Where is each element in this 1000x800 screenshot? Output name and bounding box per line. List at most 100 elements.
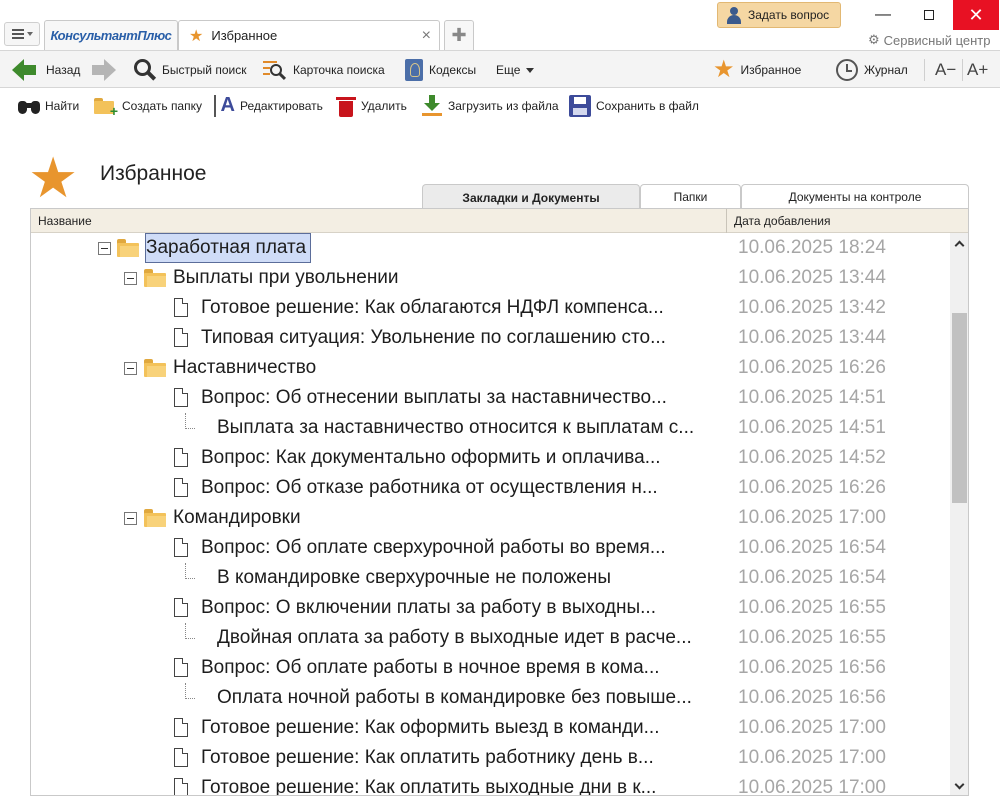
tree-document-row[interactable]: Вопрос: Об отнесении выплаты за наставни… bbox=[31, 383, 951, 413]
row-title[interactable]: Готовое решение: Как оплатить выходные д… bbox=[201, 774, 660, 795]
codes-button[interactable]: Кодексы bbox=[405, 51, 476, 89]
row-title[interactable]: Вопрос: Об оплате работы в ночное время … bbox=[201, 654, 664, 682]
column-header-name[interactable]: Название bbox=[38, 214, 92, 228]
tree-folder-row[interactable]: Наставничество 10.06.2025 16:26 bbox=[31, 353, 951, 383]
row-title[interactable]: Готовое решение: Как оплатить работнику … bbox=[201, 744, 658, 772]
row-title[interactable]: Выплата за наставничество относится к вы… bbox=[217, 414, 698, 442]
row-title[interactable]: Командировки bbox=[173, 504, 305, 532]
decrease-font-button[interactable]: A− bbox=[935, 57, 956, 83]
tree-connector-line bbox=[185, 623, 195, 639]
row-title[interactable]: Типовая ситуация: Увольнение по соглашен… bbox=[201, 324, 670, 352]
tree-document-row[interactable]: Вопрос: Как документально оформить и опл… bbox=[31, 443, 951, 473]
column-header-date[interactable]: Дата добавления bbox=[734, 214, 830, 228]
load-from-file-label: Загрузить из файла bbox=[448, 99, 559, 113]
row-title[interactable]: Вопрос: Об оплате сверхурочной работы во… bbox=[201, 534, 670, 562]
maximize-button[interactable] bbox=[906, 0, 952, 30]
find-label: Найти bbox=[45, 99, 80, 113]
tree-document-row[interactable]: Вопрос: Об оплате работы в ночное время … bbox=[31, 653, 951, 683]
toolbar-divider bbox=[924, 59, 925, 81]
new-tab-button[interactable]: ✚ bbox=[444, 20, 474, 50]
tree-bookmark-row[interactable]: Выплата за наставничество относится к вы… bbox=[31, 413, 951, 443]
tree-document-row[interactable]: Готовое решение: Как оформить выезд в ко… bbox=[31, 713, 951, 743]
service-center-link[interactable]: ⚙ Сервисный центр bbox=[868, 32, 990, 48]
row-title[interactable]: Готовое решение: Как облагаются НДФЛ ком… bbox=[201, 294, 668, 322]
tree-bookmark-row[interactable]: Двойная оплата за работу в выходные идет… bbox=[31, 623, 951, 653]
scroll-thumb[interactable] bbox=[952, 313, 967, 503]
save-to-file-button[interactable]: Сохранить в файл bbox=[569, 90, 699, 122]
favorites-table: Название Дата добавления Заработная плат… bbox=[30, 208, 969, 796]
favorites-button[interactable]: ★ Избранное bbox=[713, 51, 801, 89]
row-title[interactable]: В командировке сверхурочные не положены bbox=[217, 564, 615, 592]
row-title[interactable]: Вопрос: Как документально оформить и опл… bbox=[201, 444, 665, 472]
vertical-scrollbar[interactable] bbox=[950, 233, 968, 795]
row-title[interactable]: Заработная плата bbox=[144, 233, 312, 263]
back-button[interactable]: Назад bbox=[12, 51, 80, 89]
document-icon bbox=[174, 718, 188, 737]
trash-icon bbox=[336, 95, 356, 117]
plus-icon: ✚ bbox=[451, 25, 467, 45]
star-icon: ★ bbox=[713, 56, 735, 83]
create-folder-button[interactable]: + Создать папку bbox=[93, 90, 202, 122]
tree-document-row[interactable]: Готовое решение: Как облагаются НДФЛ ком… bbox=[31, 293, 951, 323]
tab-folders[interactable]: Папки bbox=[640, 184, 741, 209]
tab-controlled-documents[interactable]: Документы на контроле bbox=[741, 184, 969, 209]
column-divider[interactable] bbox=[726, 209, 727, 233]
load-from-file-button[interactable]: Загрузить из файла bbox=[421, 90, 559, 122]
row-title[interactable]: Вопрос: Об отказе работника от осуществл… bbox=[201, 474, 662, 502]
collapse-toggle-icon[interactable] bbox=[124, 362, 137, 375]
quick-search-button[interactable]: Быстрый поиск bbox=[134, 51, 246, 89]
collapse-toggle-icon[interactable] bbox=[98, 242, 111, 255]
journal-button[interactable]: Журнал bbox=[836, 51, 908, 89]
row-title[interactable]: Наставничество bbox=[173, 354, 320, 382]
find-button[interactable]: Найти bbox=[18, 90, 79, 122]
consultant-icon bbox=[726, 6, 742, 24]
minimize-button[interactable]: — bbox=[860, 0, 906, 30]
quick-search-label: Быстрый поиск bbox=[162, 63, 247, 77]
scroll-down-button[interactable] bbox=[950, 778, 968, 794]
create-folder-label: Создать папку bbox=[122, 99, 202, 113]
row-date: 10.06.2025 14:51 bbox=[738, 387, 886, 408]
tree-document-row[interactable]: Готовое решение: Как оплатить выходные д… bbox=[31, 773, 951, 795]
tree-folder-row[interactable]: Заработная плата 10.06.2025 18:24 bbox=[31, 233, 951, 263]
tab-favorites[interactable]: ★ Избранное × bbox=[178, 20, 440, 50]
tree-folder-row[interactable]: Выплаты при увольнении 10.06.2025 13:44 bbox=[31, 263, 951, 293]
tree-bookmark-row[interactable]: В командировке сверхурочные не положены 1… bbox=[31, 563, 951, 593]
folder-open-icon bbox=[144, 359, 166, 377]
row-title[interactable]: Вопрос: Об отнесении выплаты за наставни… bbox=[201, 384, 671, 412]
close-icon: ✕ bbox=[968, 4, 984, 25]
increase-font-button[interactable]: A+ bbox=[967, 57, 988, 83]
tree-folder-row[interactable]: Командировки 10.06.2025 17:00 bbox=[31, 503, 951, 533]
row-title[interactable]: Вопрос: О включении платы за работу в вы… bbox=[201, 594, 660, 622]
tab-bookmarks-documents[interactable]: Закладки и Документы bbox=[422, 184, 640, 210]
row-title[interactable]: Оплата ночной работы в командировке без … bbox=[217, 684, 696, 712]
row-date: 10.06.2025 16:55 bbox=[738, 597, 886, 618]
folder-open-icon bbox=[144, 269, 166, 287]
collapse-toggle-icon[interactable] bbox=[124, 512, 137, 525]
edit-button[interactable]: A Редактировать bbox=[213, 90, 323, 122]
row-date: 10.06.2025 16:56 bbox=[738, 687, 886, 708]
tab-home-logo[interactable]: КонсультантПлюс bbox=[44, 20, 178, 50]
main-menu-button[interactable] bbox=[4, 22, 40, 46]
tree-document-row[interactable]: Вопрос: Об отказе работника от осуществл… bbox=[31, 473, 951, 503]
row-title[interactable]: Выплаты при увольнении bbox=[173, 264, 403, 292]
tree-bookmark-row[interactable]: Оплата ночной работы в командировке без … bbox=[31, 683, 951, 713]
tab-controlled-documents-label: Документы на контроле bbox=[788, 190, 922, 204]
scroll-up-button[interactable] bbox=[950, 235, 968, 251]
ask-question-button[interactable]: Задать вопрос bbox=[717, 2, 841, 28]
close-window-button[interactable]: ✕ bbox=[953, 0, 999, 30]
document-icon bbox=[174, 748, 188, 767]
forward-button[interactable] bbox=[92, 51, 118, 89]
collapse-toggle-icon[interactable] bbox=[124, 272, 137, 285]
tree-document-row[interactable]: Типовая ситуация: Увольнение по соглашен… bbox=[31, 323, 951, 353]
delete-button[interactable]: Удалить bbox=[336, 90, 407, 122]
binoculars-icon bbox=[18, 97, 40, 115]
tree-document-row[interactable]: Вопрос: Об оплате сверхурочной работы во… bbox=[31, 533, 951, 563]
tree-document-row[interactable]: Готовое решение: Как оплатить работнику … bbox=[31, 743, 951, 773]
row-title[interactable]: Готовое решение: Как оформить выезд в ко… bbox=[201, 714, 664, 742]
search-card-button[interactable]: Карточка поиска bbox=[263, 51, 385, 89]
row-title[interactable]: Двойная оплата за работу в выходные идет… bbox=[217, 624, 696, 652]
close-tab-icon[interactable]: × bbox=[422, 27, 431, 45]
tree-document-row[interactable]: Вопрос: О включении платы за работу в вы… bbox=[31, 593, 951, 623]
row-date: 10.06.2025 14:52 bbox=[738, 447, 886, 468]
more-menu-button[interactable]: Еще bbox=[496, 51, 535, 89]
